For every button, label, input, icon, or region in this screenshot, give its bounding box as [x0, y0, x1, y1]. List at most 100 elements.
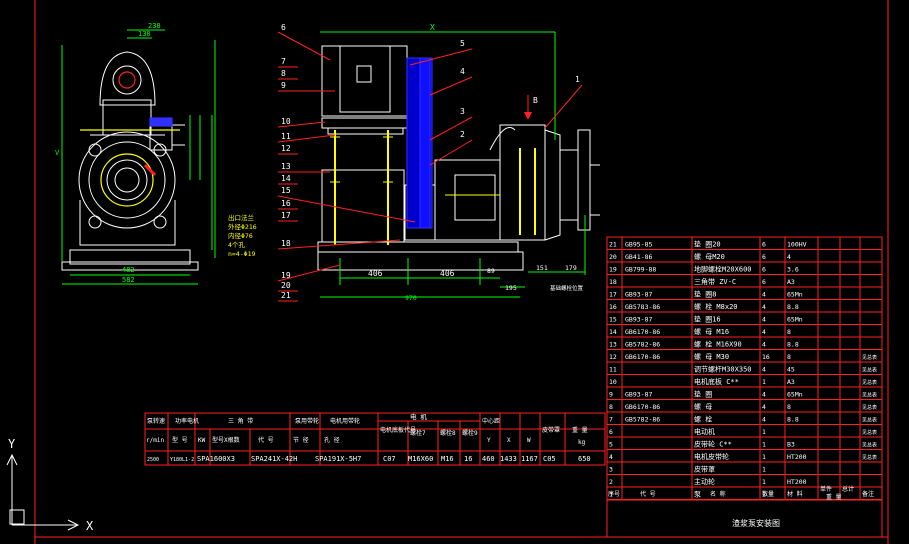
row-material: 8.8 — [787, 416, 799, 424]
row-seq: 8 — [609, 403, 613, 411]
row-qty: 4 — [762, 416, 766, 424]
row-remark: 见总表 — [862, 454, 877, 461]
row-remark: 见总表 — [862, 379, 877, 386]
row-qty: 6 — [762, 253, 766, 261]
dim-138: 138 — [138, 30, 151, 38]
row-seq: 20 — [609, 253, 617, 261]
spec-v-cover: C05 — [543, 455, 556, 463]
spec-v-weight: 650 — [578, 455, 591, 463]
parts-table-footer: 序号 代 号 名 称 数量 材 料 单件 总计 重 量 备注 渣浆泵安装图 — [608, 485, 874, 528]
row-remark: 见总表 — [862, 442, 877, 449]
center-dim-labels: X 406 406 89 970 195 151 179 基础螺栓位置 — [368, 23, 584, 302]
row-name: 皮带罩 — [694, 465, 715, 474]
part-num-6: 6 — [281, 23, 286, 32]
dim-482: 482 — [122, 266, 135, 274]
dim-151: 151 — [536, 264, 548, 272]
row-material: 65Mn — [787, 291, 803, 299]
part-num-14: 14 — [281, 174, 291, 183]
footer-total: 总计 — [842, 485, 854, 493]
row-seq: 12 — [609, 353, 617, 361]
part-num-4: 4 — [460, 67, 465, 76]
outlet-note-2: 外径Φ216 — [228, 222, 257, 231]
row-seq: 3 — [609, 466, 613, 474]
part-num-15: 15 — [281, 186, 291, 195]
pump-front-color — [330, 57, 536, 245]
spec-v-model: Y180L1-2 — [170, 457, 194, 463]
row-qty: 4 — [762, 391, 766, 399]
row-code: GB93-87 — [625, 291, 652, 299]
part-num-8: 8 — [281, 69, 286, 78]
spec-h2-y: Y — [487, 437, 491, 444]
spec-v-b8: M16 — [441, 455, 454, 463]
spec-h2-code: 代 号 — [258, 436, 274, 444]
row-material: 65Mn — [787, 316, 803, 324]
spec-v-b7: M16X60 — [408, 455, 433, 463]
spec-h2-x: X — [507, 437, 511, 444]
row-material: 8 — [787, 403, 791, 411]
arrow-b-label: B — [533, 96, 538, 105]
row-name: 泵 — [694, 491, 701, 499]
row-remark: 见总表 — [862, 392, 877, 399]
row-code: GB5783-86 — [625, 303, 660, 311]
dim-970: 970 — [405, 294, 417, 302]
row-code: GB6170-86 — [625, 403, 660, 411]
footer-unit: 单件 — [820, 485, 832, 493]
row-remark: 见总表 — [862, 367, 877, 374]
spec-h2-beltno: 型号X根数 — [212, 436, 240, 444]
row-qty: 4 — [762, 291, 766, 299]
row-code: GB5782-86 — [625, 341, 660, 349]
pump-front-view — [317, 45, 600, 271]
row-code: GB6170-86 — [625, 328, 660, 336]
part-num-5: 5 — [460, 39, 465, 48]
spec-v-motor-pulley: SPA191X-5H7 — [315, 455, 361, 463]
row-material: HT200 — [787, 453, 807, 461]
outlet-note-4: 4个孔 — [228, 241, 245, 249]
part-num-18: 18 — [281, 239, 291, 248]
part-num-17: 17 — [281, 211, 291, 220]
spec-h2-w: W — [527, 437, 531, 444]
row-qty: 1 — [762, 441, 766, 449]
row-qty: 1 — [762, 428, 766, 436]
row-name: 三角带 ZV-C — [694, 277, 736, 286]
spec-h2-cover: 皮带罩 — [542, 426, 560, 434]
row-seq: 15 — [609, 316, 617, 324]
row-code: GB95-85 — [625, 241, 652, 249]
footer-weight: 重 量 — [826, 493, 842, 501]
row-qty: 4 — [762, 328, 766, 336]
row-seq: 10 — [609, 378, 617, 386]
spec-title: 电 机 — [410, 412, 427, 421]
spec-v-x: 1433 — [500, 455, 517, 463]
spec-v-pump-pulley: SPA241X-42H — [251, 455, 297, 463]
row-qty: 4 — [762, 366, 766, 374]
spec-h2-b9: 螺栓9 — [462, 429, 478, 437]
cad-drawing-canvas[interactable]: 238 138 V 482 582 出口法兰 外径Φ216 内径Φ76 4个孔 … — [0, 0, 909, 544]
row-seq: 2 — [609, 478, 613, 486]
row-name: 螺 母 — [694, 402, 712, 411]
foundation-note: 基础螺栓位置 — [550, 284, 584, 292]
row-name: 垫 圈8 — [694, 290, 716, 299]
row-seq: 21 — [609, 241, 617, 249]
spec-h2-b8: 螺栓8 — [440, 429, 456, 437]
part-numbers-left: 6 7 8 9 10 11 12 13 14 15 16 17 18 19 20… — [281, 23, 291, 300]
row-name: 垫 圈16 — [694, 315, 721, 324]
row-name: 地脚螺栓M20X600 — [694, 265, 752, 274]
row-seq: 19 — [609, 266, 617, 274]
spec-h-pump-pulley: 泵用带轮 — [295, 417, 319, 425]
row-qty: 4 — [762, 403, 766, 411]
row-qty: 6 — [762, 278, 766, 286]
footer-qty: 数量 — [762, 490, 774, 498]
footer-seq: 序号 — [608, 490, 620, 498]
spec-h-speed: 泵转速 — [147, 417, 165, 425]
part-num-12: 12 — [281, 144, 291, 153]
row-name: 螺 栓 — [694, 415, 712, 424]
pump-side-view — [61, 51, 199, 271]
spec-v-b9: 16 — [464, 455, 472, 463]
spec-v-w: 1167 — [521, 455, 538, 463]
spec-h-motor: 功率电机 — [175, 417, 199, 425]
part-num-10: 10 — [281, 117, 291, 126]
row-code: GB41-86 — [625, 253, 652, 261]
dim-x-top: X — [430, 23, 435, 32]
spec-v-belt: SPA1600X3 — [197, 455, 235, 463]
row-qty: 4 — [762, 341, 766, 349]
spec-v-y: 460 — [482, 455, 495, 463]
